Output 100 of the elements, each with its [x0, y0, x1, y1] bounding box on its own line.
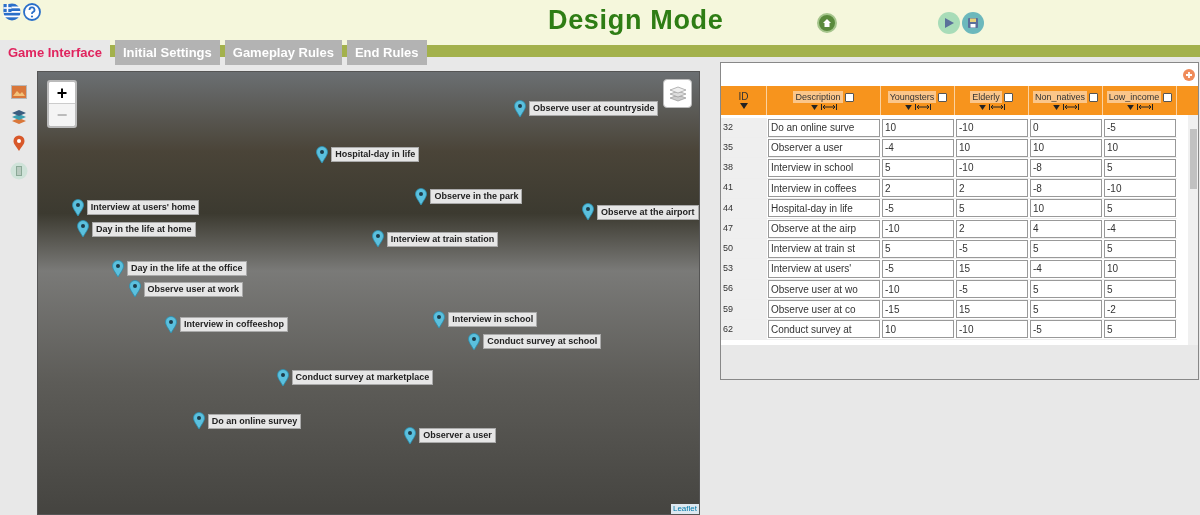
table-input[interactable]: 5 [1030, 239, 1102, 258]
table-input[interactable]: Interview in school [768, 158, 880, 177]
table-input[interactable]: 5 [1104, 158, 1176, 177]
table-input[interactable]: Observer a user [768, 138, 880, 157]
resize-icon[interactable] [914, 104, 931, 110]
table-input[interactable]: Interview at train st [768, 239, 880, 258]
map-pin-icon[interactable] [12, 135, 25, 152]
column-title: ID [738, 92, 749, 102]
table-input[interactable]: 5 [1104, 199, 1176, 218]
map-marker-icon[interactable] [468, 332, 481, 351]
table-input[interactable]: -5 [882, 199, 954, 218]
marker-label: Interview in school [448, 312, 538, 328]
table-input[interactable]: Observe user at co [768, 300, 880, 319]
map-marker-icon[interactable] [71, 198, 84, 217]
table-input[interactable]: -10 [956, 320, 1028, 339]
sort-icon[interactable] [739, 103, 748, 109]
table-input[interactable]: 10 [1104, 259, 1176, 278]
table-input[interactable]: 5 [1104, 239, 1176, 258]
help-icon[interactable] [23, 3, 41, 21]
marker-label: Interview at users' home [86, 200, 200, 216]
table-input[interactable]: -5 [956, 280, 1028, 299]
column-checkbox[interactable] [844, 92, 854, 102]
map-marker-icon[interactable] [164, 315, 177, 334]
table-input[interactable]: 15 [956, 300, 1028, 319]
id-cell: 35 [721, 138, 767, 158]
map-marker-icon[interactable] [316, 145, 329, 164]
table-input[interactable]: -5 [1104, 118, 1176, 137]
table-input[interactable]: -2 [1104, 300, 1176, 319]
column-checkbox[interactable] [1003, 92, 1013, 102]
table-input[interactable]: 10 [956, 138, 1028, 157]
table-input[interactable]: 15 [956, 259, 1028, 278]
home-button[interactable] [817, 13, 837, 33]
resize-icon[interactable] [820, 104, 837, 110]
table-input[interactable]: -4 [882, 138, 954, 157]
table-input[interactable]: 0 [1030, 118, 1102, 137]
table-input[interactable]: Do an online surve [768, 118, 880, 137]
table-input[interactable]: 5 [956, 199, 1028, 218]
table-input[interactable]: -4 [1030, 259, 1102, 278]
table-input[interactable]: 10 [882, 320, 954, 339]
table-input[interactable]: -15 [882, 300, 954, 319]
table-input[interactable]: 10 [1030, 199, 1102, 218]
table-input[interactable]: 5 [1030, 300, 1102, 319]
table-input[interactable]: Observe user at wo [768, 280, 880, 299]
resize-icon[interactable] [1136, 104, 1153, 110]
home-icon [822, 18, 832, 28]
column-title: Non_natives [1032, 91, 1087, 103]
save-button[interactable] [962, 12, 984, 34]
table-input[interactable]: -5 [956, 239, 1028, 258]
map-marker-icon[interactable] [112, 260, 125, 278]
map-marker-icon[interactable] [415, 187, 428, 206]
table-input[interactable]: -5 [1030, 320, 1102, 339]
column-checkbox[interactable] [1089, 92, 1098, 102]
map-marker-icon[interactable] [276, 368, 289, 387]
table-input[interactable]: Observe at the airp [768, 219, 880, 238]
map-marker-icon[interactable] [192, 412, 205, 431]
table-input[interactable]: Interview in coffees [768, 179, 880, 198]
table-input[interactable]: 5 [882, 239, 954, 258]
attribution-link[interactable]: Leaflet [670, 504, 699, 514]
table-input[interactable]: 5 [1104, 280, 1176, 299]
table-input[interactable]: 5 [1030, 280, 1102, 299]
map-marker-icon[interactable] [513, 100, 526, 118]
table-input[interactable]: -8 [1030, 158, 1102, 177]
map-marker-icon[interactable] [433, 310, 446, 329]
table-input[interactable]: -8 [1030, 179, 1102, 198]
play-button[interactable] [938, 12, 960, 34]
table-input[interactable]: Hospital-day in life [768, 199, 880, 218]
id-cell: 56 [721, 279, 767, 299]
table-input[interactable]: 2 [956, 179, 1028, 198]
table-input[interactable]: -10 [1104, 179, 1176, 198]
flag-icon[interactable] [3, 3, 21, 21]
table-input[interactable]: 10 [882, 118, 954, 137]
resize-icon[interactable] [988, 104, 1005, 110]
table-input[interactable]: 10 [1104, 138, 1176, 157]
table-input[interactable]: 5 [882, 158, 954, 177]
map-marker-icon[interactable] [404, 426, 417, 445]
table-input[interactable]: -10 [882, 219, 954, 238]
table-input[interactable]: 10 [1030, 138, 1102, 157]
table-input[interactable]: Interview at users' [768, 259, 880, 278]
map-marker-icon[interactable] [582, 203, 594, 222]
table-input[interactable]: 2 [882, 179, 954, 198]
table-input[interactable]: Conduct survey at [768, 320, 880, 339]
zoom-in-button[interactable]: + [49, 82, 75, 104]
scrollbar[interactable] [1188, 115, 1198, 345]
column-checkbox[interactable] [938, 92, 948, 102]
layers-icon[interactable] [10, 109, 27, 125]
table-input[interactable]: -10 [956, 118, 1028, 137]
resize-icon[interactable] [1062, 104, 1079, 110]
map-marker-icon[interactable] [128, 280, 141, 299]
map-marker-icon[interactable] [77, 220, 89, 239]
table-input[interactable]: 5 [1104, 320, 1176, 339]
image-icon[interactable] [10, 85, 27, 99]
column-checkbox[interactable] [1163, 92, 1173, 102]
layers-button[interactable] [663, 79, 692, 108]
table-input[interactable]: -4 [1104, 219, 1176, 238]
map-marker-icon[interactable] [371, 230, 384, 249]
table-input[interactable]: -10 [956, 158, 1028, 177]
table-input[interactable]: 2 [956, 219, 1028, 238]
table-input[interactable]: 4 [1030, 219, 1102, 238]
table-input[interactable]: -5 [882, 259, 954, 278]
table-input[interactable]: -10 [882, 280, 954, 299]
